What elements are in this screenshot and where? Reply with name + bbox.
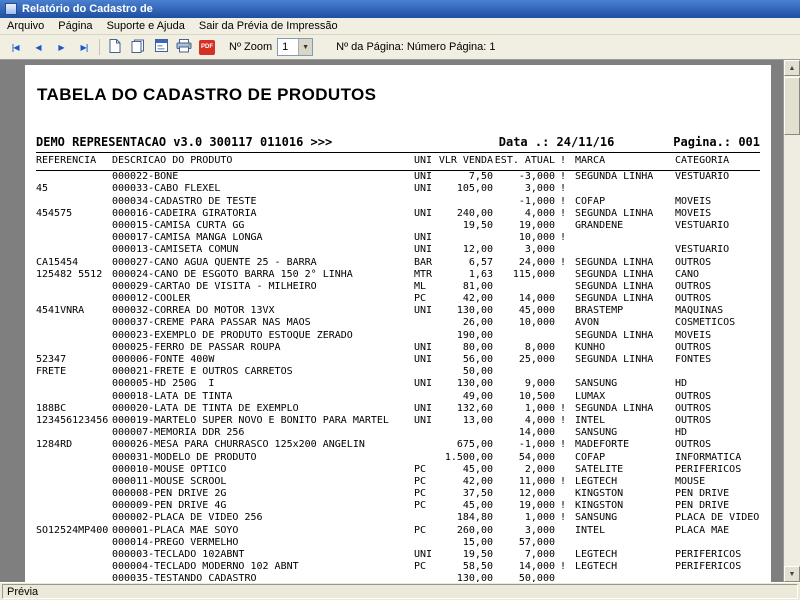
zoom-value: 1 xyxy=(278,41,298,53)
page-icon xyxy=(109,39,121,56)
table-row: 52347000006-FONTE 400WUNI56,0025,000SEGU… xyxy=(36,354,760,366)
zoom-select[interactable]: 1 ▼ xyxy=(277,38,313,56)
col-vlr-venda: VLR VENDA xyxy=(438,155,493,167)
statusbar: Prévia xyxy=(0,582,800,600)
menu-sair-previa[interactable]: Sair da Prévia de Impressão xyxy=(192,20,345,32)
toolbar-separator xyxy=(99,39,100,55)
table-row: 000012-COOLERPC42,0014,000SEGUNDA LINHAO… xyxy=(36,293,760,305)
table-row: 125482 5512000024-CANO DE ESGOTO BARRA 1… xyxy=(36,269,760,281)
table-row: 000034-CADASTRO DE TESTE-1,000!COFAPMÓVE… xyxy=(36,196,760,208)
col-referencia: REFERENCIA xyxy=(36,155,112,167)
preview-canvas: TABELA DO CADASTRO DE PRODUTOS DEMO REPR… xyxy=(0,60,800,582)
report-company: DEMO REPRESENTACAO v3.0 300117 011016 >>… xyxy=(36,135,492,149)
table-row: 000008-PEN DRIVE 2GPC37,5012,000KINGSTON… xyxy=(36,488,760,500)
col-marca: MARCA xyxy=(569,155,667,167)
titlebar[interactable]: Relatório do Cadastro de xyxy=(0,0,800,18)
single-page-view-button[interactable] xyxy=(104,37,126,57)
table-row: 000023-EXEMPLO DE PRODUTO ESTOQUE ZERADO… xyxy=(36,330,760,342)
app-icon xyxy=(5,3,17,15)
table-row: 000002-PLACA DE VÍDEO 256184,801,000!SAN… xyxy=(36,512,760,524)
vertical-scrollbar[interactable]: ▲ ▼ xyxy=(783,60,800,582)
app-window: Relatório do Cadastro de Arquivo Página … xyxy=(0,0,800,600)
table-row: 000035-TESTANDO CADASTRO130,0050,000 xyxy=(36,573,760,582)
scroll-thumb[interactable] xyxy=(784,77,800,135)
report-header-line: DEMO REPRESENTACAO v3.0 300117 011016 >>… xyxy=(36,135,760,149)
scroll-down-icon[interactable]: ▼ xyxy=(784,566,800,582)
report-page-number: Pagina.: 001 xyxy=(665,135,760,149)
first-page-button[interactable]: |◀ xyxy=(4,37,26,57)
form-icon xyxy=(155,39,168,55)
table-row: 454575000016-CADEIRA GIRATORIAUNI240,004… xyxy=(36,208,760,220)
scroll-up-icon[interactable]: ▲ xyxy=(784,60,800,76)
col-categoria: CATEGORIA xyxy=(667,155,760,167)
menu-suporte-ajuda[interactable]: Suporte e Ajuda xyxy=(100,20,192,32)
table-row: 4541VNRA000032-CORREA DO MOTOR 13VXUNI13… xyxy=(36,305,760,317)
report-title: TABELA DO CADASTRO DE PRODUTOS xyxy=(25,65,771,105)
window-title: Relatório do Cadastro de xyxy=(22,3,153,15)
table-header-row: REFERENCIA DESCRICAO DO PRODUTO UNI VLR … xyxy=(36,155,760,167)
print-button[interactable] xyxy=(173,37,195,57)
table-row: 000011-MOUSE SCROOLPC42,0011,000!LEGTECH… xyxy=(36,476,760,488)
pages-icon xyxy=(131,39,145,56)
table-row: 000005-HD 250G IUNI130,009,000SANSUNGHD xyxy=(36,378,760,390)
zoom-label: Nº Zoom xyxy=(229,41,272,53)
printer-icon xyxy=(176,39,192,56)
table-row: CA15454000027-CANO AGUA QUENTE 25 - BARR… xyxy=(36,257,760,269)
export-pdf-button[interactable]: PDF xyxy=(196,37,218,57)
table-row: 000013-CAMISETA COMUNUNI12,003,000VESTUA… xyxy=(36,244,760,256)
table-row: 000029-CARTAO DE VISITA - MILHEIROML81,0… xyxy=(36,281,760,293)
table-row: 000031-MODELO DE PRODUTO1.500,0054,000CO… xyxy=(36,452,760,464)
table-row: 45000033-CABO FLEXELUNI105,003,000! xyxy=(36,183,760,195)
table-row: 000004-TECLADO MODERNO 102 ABNTPC58,5014… xyxy=(36,561,760,573)
report-rows: 000022-BONEUNI7,50-3,000!SEGUNDA LINHAVE… xyxy=(36,171,760,582)
menu-arquivo[interactable]: Arquivo xyxy=(0,20,51,32)
two-page-view-button[interactable] xyxy=(127,37,149,57)
table-row: 000014-PREGO VERMELHO15,0057,000 xyxy=(36,537,760,549)
report-page: TABELA DO CADASTRO DE PRODUTOS DEMO REPR… xyxy=(25,65,771,582)
report-setup-button[interactable] xyxy=(150,37,172,57)
col-uni: UNI xyxy=(408,155,438,167)
table-row: 000017-CAMISA MANGA LONGAUNI10,000! xyxy=(36,232,760,244)
toolbar: |◀ ◀ ▶ ▶| PDF Nº Zoom 1 ▼ Nº da Página: … xyxy=(0,35,800,60)
table-row: 000015-CAMISA CURTA GG19,5019,000GRANDEN… xyxy=(36,220,760,232)
table-row: 000007-MEMÓRIA DDR 25614,000SANSUNGHD xyxy=(36,427,760,439)
table-row: 123456123456000019-MARTELO SUPER NOVO E … xyxy=(36,415,760,427)
table-row: 000037-CREME PARA PASSAR NAS MÃOS26,0010… xyxy=(36,317,760,329)
chevron-down-icon[interactable]: ▼ xyxy=(298,39,312,55)
prev-page-button[interactable]: ◀ xyxy=(27,37,49,57)
menubar: Arquivo Página Suporte e Ajuda Sair da P… xyxy=(0,18,800,35)
table-row: 000010-MOUSE OPTICOPC45,002,000SATÉLITEP… xyxy=(36,464,760,476)
menu-pagina[interactable]: Página xyxy=(51,20,99,32)
status-label: Prévia xyxy=(7,586,38,598)
page-info-label: Nº da Página: Número Página: 1 xyxy=(336,41,495,53)
table-row: 000003-TECLADO 102ABNTUNI19,507,000LEGTE… xyxy=(36,549,760,561)
table-row: 188BC000020-LATA DE TINTA DE EXEMPLOUNI1… xyxy=(36,403,760,415)
last-page-button[interactable]: ▶| xyxy=(73,37,95,57)
table-row: 000018-LATA DE TINTA49,0010,500LUMAXOUTR… xyxy=(36,391,760,403)
col-descricao: DESCRICAO DO PRODUTO xyxy=(112,155,408,167)
table-row: 000025-FERRO DE PASSAR ROUPAUNI80,008,00… xyxy=(36,342,760,354)
table-row: FRETE000021-FRETE E OUTROS CARRETOS50,00 xyxy=(36,366,760,378)
table-row: 000022-BONEUNI7,50-3,000!SEGUNDA LINHAVE… xyxy=(36,171,760,183)
status-panel: Prévia xyxy=(2,584,798,599)
pdf-icon: PDF xyxy=(199,40,215,55)
next-page-button[interactable]: ▶ xyxy=(50,37,72,57)
table-row: 000009-PEN DRIVE 4GPC45,0019,000!KINGSTO… xyxy=(36,500,760,512)
report-date: Data .: 24/11/16 xyxy=(492,135,666,149)
rule xyxy=(36,152,760,153)
table-row: 1284RD000026-MESA PARA CHURRASCO 125x200… xyxy=(36,439,760,451)
col-est-atual: EST. ATUAL xyxy=(493,155,555,167)
report-body: DEMO REPRESENTACAO v3.0 300117 011016 >>… xyxy=(25,135,771,582)
col-flag: ! xyxy=(555,155,569,167)
table-row: SO12524MP400000001-PLACA MÃE SOYOPC260,0… xyxy=(36,525,760,537)
